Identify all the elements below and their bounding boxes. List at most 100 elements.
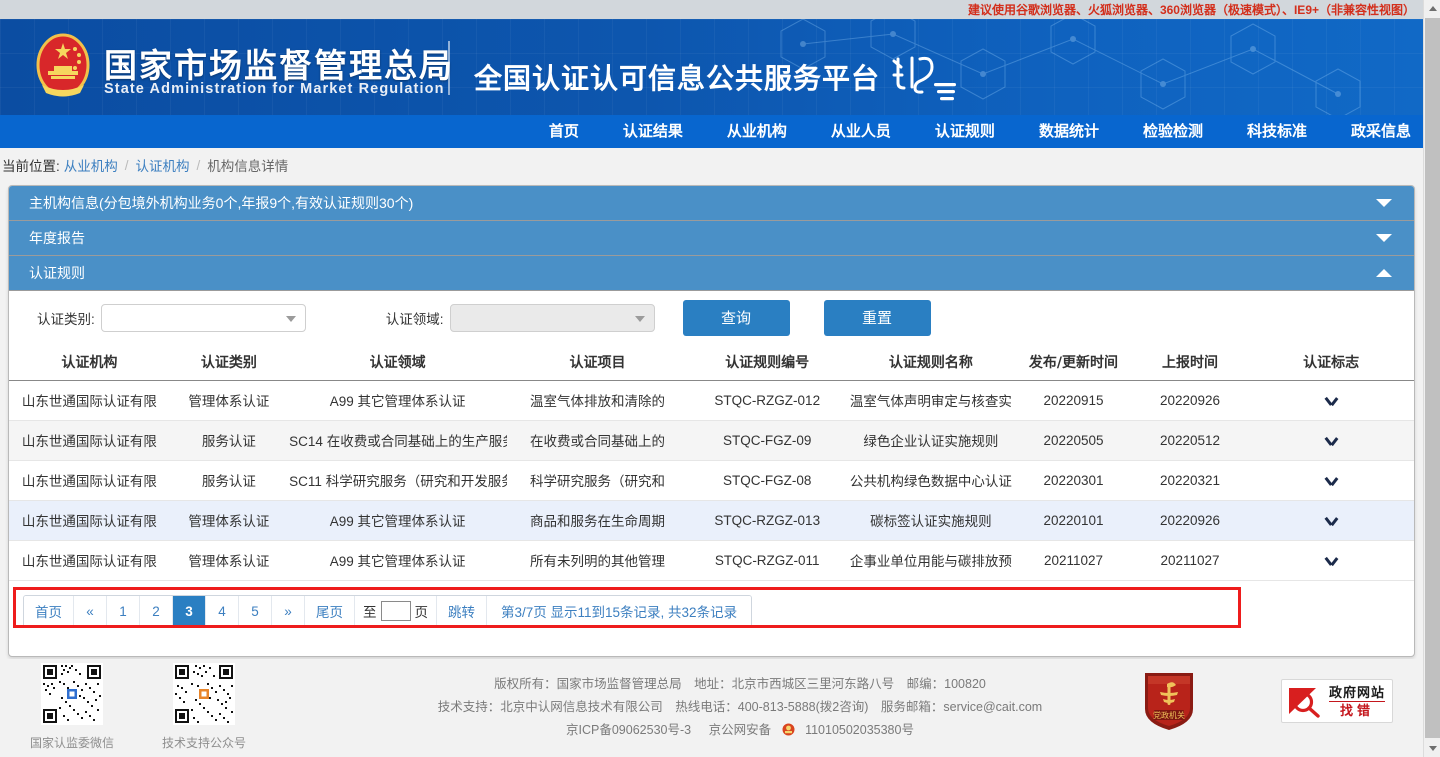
col-name: 认证规则名称: [847, 344, 1016, 380]
page-jump-button[interactable]: 跳转: [437, 596, 487, 627]
breadcrumb-item-orgs[interactable]: 从业机构: [64, 155, 118, 175]
chevron-down-icon[interactable]: [1325, 517, 1338, 525]
gov-website-error-report-badge[interactable]: 政府网站 找错: [1281, 679, 1393, 723]
col-org: 认证机构: [9, 344, 170, 380]
accordion-section-cert-rules[interactable]: 认证规则: [9, 256, 1414, 291]
qr-code-icon: [173, 663, 235, 725]
page-last-button[interactable]: 尾页: [305, 596, 355, 627]
cell-mark: [1248, 380, 1414, 420]
col-category: 认证类别: [170, 344, 289, 380]
brand-divider: [448, 41, 450, 95]
page-number-1[interactable]: 1: [107, 596, 140, 627]
qr-code-icon: [41, 663, 103, 725]
table-row[interactable]: 山东世通国际认证有限 管理体系认证 A99 其它管理体系认证 所有未列明的其他管…: [9, 540, 1414, 580]
police-badge-icon: [782, 723, 795, 736]
cert-field-select[interactable]: [450, 304, 655, 332]
accordion-section-main-org[interactable]: 主机构信息(分包境外机构业务0个,年报9个,有效认证规则30个): [9, 186, 1414, 221]
nav-item-home[interactable]: 首页: [527, 115, 601, 148]
cert-category-select[interactable]: [101, 304, 306, 332]
browser-advice-bar: 建议使用谷歌浏览器、火狐浏览器、360浏览器（极速模式）、IE9+（非兼容性视图…: [0, 0, 1423, 19]
nav-item-procurement[interactable]: 政采信息: [1329, 115, 1423, 148]
page-number-5[interactable]: 5: [239, 596, 272, 627]
cell-name: 公共机构绿色数据中心认证: [847, 460, 1016, 500]
scrollbar-down-button[interactable]: [1424, 740, 1440, 757]
dang-zheng-ji-guan-badge-icon[interactable]: 党政机关: [1141, 670, 1197, 732]
page-number-2[interactable]: 2: [140, 596, 173, 627]
nav-item-inspection[interactable]: 检验检测: [1121, 115, 1225, 148]
nav-item-statistics[interactable]: 数据统计: [1017, 115, 1121, 148]
nav-item-results[interactable]: 认证结果: [601, 115, 705, 148]
nav-item-orgs[interactable]: 从业机构: [705, 115, 809, 148]
chevron-down-icon[interactable]: [1325, 437, 1338, 445]
accordion-section-annual-report[interactable]: 年度报告: [9, 221, 1414, 256]
table-row[interactable]: 山东世通国际认证有限 管理体系认证 A99 其它管理体系认证 商品和服务在生命周…: [9, 500, 1414, 540]
cell-publish: 20211027: [1015, 540, 1131, 580]
main-nav: 首页 认证结果 从业机构 从业人员 认证规则 数据统计 检验检测 科技标准 政采…: [0, 115, 1423, 148]
page-root: 建议使用谷歌浏览器、火狐浏览器、360浏览器（极速模式）、IE9+（非兼容性视图…: [0, 0, 1440, 757]
badge-dang-label: 党政机关: [1153, 710, 1185, 720]
triangle-up-icon: [1429, 6, 1437, 11]
scrollbar-thumb[interactable]: [1425, 18, 1440, 738]
cell-name: 绿色企业认证实施规则: [847, 420, 1016, 460]
breadcrumb: 当前位置: 从业机构 / 认证机构 / 机构信息详情: [0, 148, 1423, 182]
col-publish: 发布/更新时间: [1015, 344, 1131, 380]
nav-item-rules[interactable]: 认证规则: [913, 115, 1017, 148]
page-number-3[interactable]: 3: [173, 596, 206, 627]
police-record-number[interactable]: 11010502035380号: [805, 723, 914, 737]
cell-code: STQC-RZGZ-012: [688, 380, 847, 420]
cell-code: STQC-RZGZ-011: [688, 540, 847, 580]
chevron-down-icon[interactable]: [1325, 557, 1338, 565]
footer-line-copyright: 版权所有：国家市场监督管理总局 地址：北京市西城区三里河东路八号 邮编：1008…: [390, 673, 1090, 696]
cell-org: 山东世通国际认证有限: [9, 420, 170, 460]
results-table-container: 认证机构 认证类别 认证领域 认证项目 认证规则编号 认证规则名称 发布/更新时…: [9, 344, 1414, 581]
table-row[interactable]: 山东世通国际认证有限 服务认证 SC11 科学研究服务（研究和开发服务； 科学研…: [9, 460, 1414, 500]
cert-field-label: 认证领域:: [386, 308, 444, 328]
brand-title-en: State Administration for Market Regulati…: [104, 81, 445, 97]
cell-project: 所有未列明的其他管理: [507, 540, 688, 580]
page-scrollbar[interactable]: [1423, 0, 1440, 757]
page-next-button[interactable]: »: [272, 596, 305, 627]
magnifier-flag-icon: [1286, 684, 1326, 718]
cell-report: 20220926: [1132, 380, 1248, 420]
pagination-info: 第3/7页 显示11到15条记录, 共32条记录: [487, 596, 751, 627]
page-prev-button[interactable]: «: [74, 596, 107, 627]
table-row[interactable]: 山东世通国际认证有限 服务认证 SC14 在收费或合同基础上的生产服务 在收费或…: [9, 420, 1414, 460]
cell-category: 管理体系认证: [170, 380, 289, 420]
cell-org: 山东世通国际认证有限: [9, 540, 170, 580]
table-header-row: 认证机构 认证类别 认证领域 认证项目 认证规则编号 认证规则名称 发布/更新时…: [9, 344, 1414, 380]
qr-code-group: 国家认监委微信: [30, 663, 246, 751]
page-jump-input[interactable]: [381, 601, 411, 621]
reset-button[interactable]: 重置: [824, 300, 931, 336]
cell-publish: 20220505: [1015, 420, 1131, 460]
breadcrumb-item-cert-orgs[interactable]: 认证机构: [136, 155, 190, 175]
nav-item-standards[interactable]: 科技标准: [1225, 115, 1329, 148]
chevron-down-icon[interactable]: [1376, 234, 1392, 242]
cell-report: 20220926: [1132, 500, 1248, 540]
table-row[interactable]: 山东世通国际认证有限 管理体系认证 A99 其它管理体系认证 温室气体排放和清除…: [9, 380, 1414, 420]
cell-project: 商品和服务在生命周期: [507, 500, 688, 540]
qr-code-cell: 国家认监委微信: [30, 663, 114, 751]
cell-category: 服务认证: [170, 420, 289, 460]
qr-caption: 技术支持公众号: [162, 734, 246, 751]
chevron-down-icon[interactable]: [1325, 397, 1338, 405]
page-number-4[interactable]: 4: [206, 596, 239, 627]
cell-org: 山东世通国际认证有限: [9, 460, 170, 500]
brand-title-cn: 国家市场监督管理总局: [104, 39, 454, 87]
icp-number[interactable]: 京ICP备09062530号-3: [566, 723, 691, 737]
scrollbar-up-button[interactable]: [1424, 0, 1440, 17]
cell-mark: [1248, 460, 1414, 500]
cell-publish: 20220301: [1015, 460, 1131, 500]
page-first-button[interactable]: 首页: [24, 596, 74, 627]
ren-yun-logo-icon: [888, 53, 962, 105]
site-footer: 国家认监委微信: [0, 659, 1423, 757]
chevron-down-icon[interactable]: [1325, 477, 1338, 485]
breadcrumb-prefix: 当前位置:: [2, 155, 60, 175]
gov-badge-top-label: 政府网站: [1329, 686, 1385, 702]
cell-report: 20220512: [1132, 420, 1248, 460]
search-button[interactable]: 查询: [683, 300, 790, 336]
jump-prefix-label: 至: [363, 601, 377, 621]
nav-item-personnel[interactable]: 从业人员: [809, 115, 913, 148]
chevron-up-icon[interactable]: [1376, 269, 1392, 277]
footer-line-support: 技术支持：北京中认网信息技术有限公司 热线电话：400-813-5888(拨2咨…: [390, 696, 1090, 719]
chevron-down-icon[interactable]: [1376, 199, 1392, 207]
